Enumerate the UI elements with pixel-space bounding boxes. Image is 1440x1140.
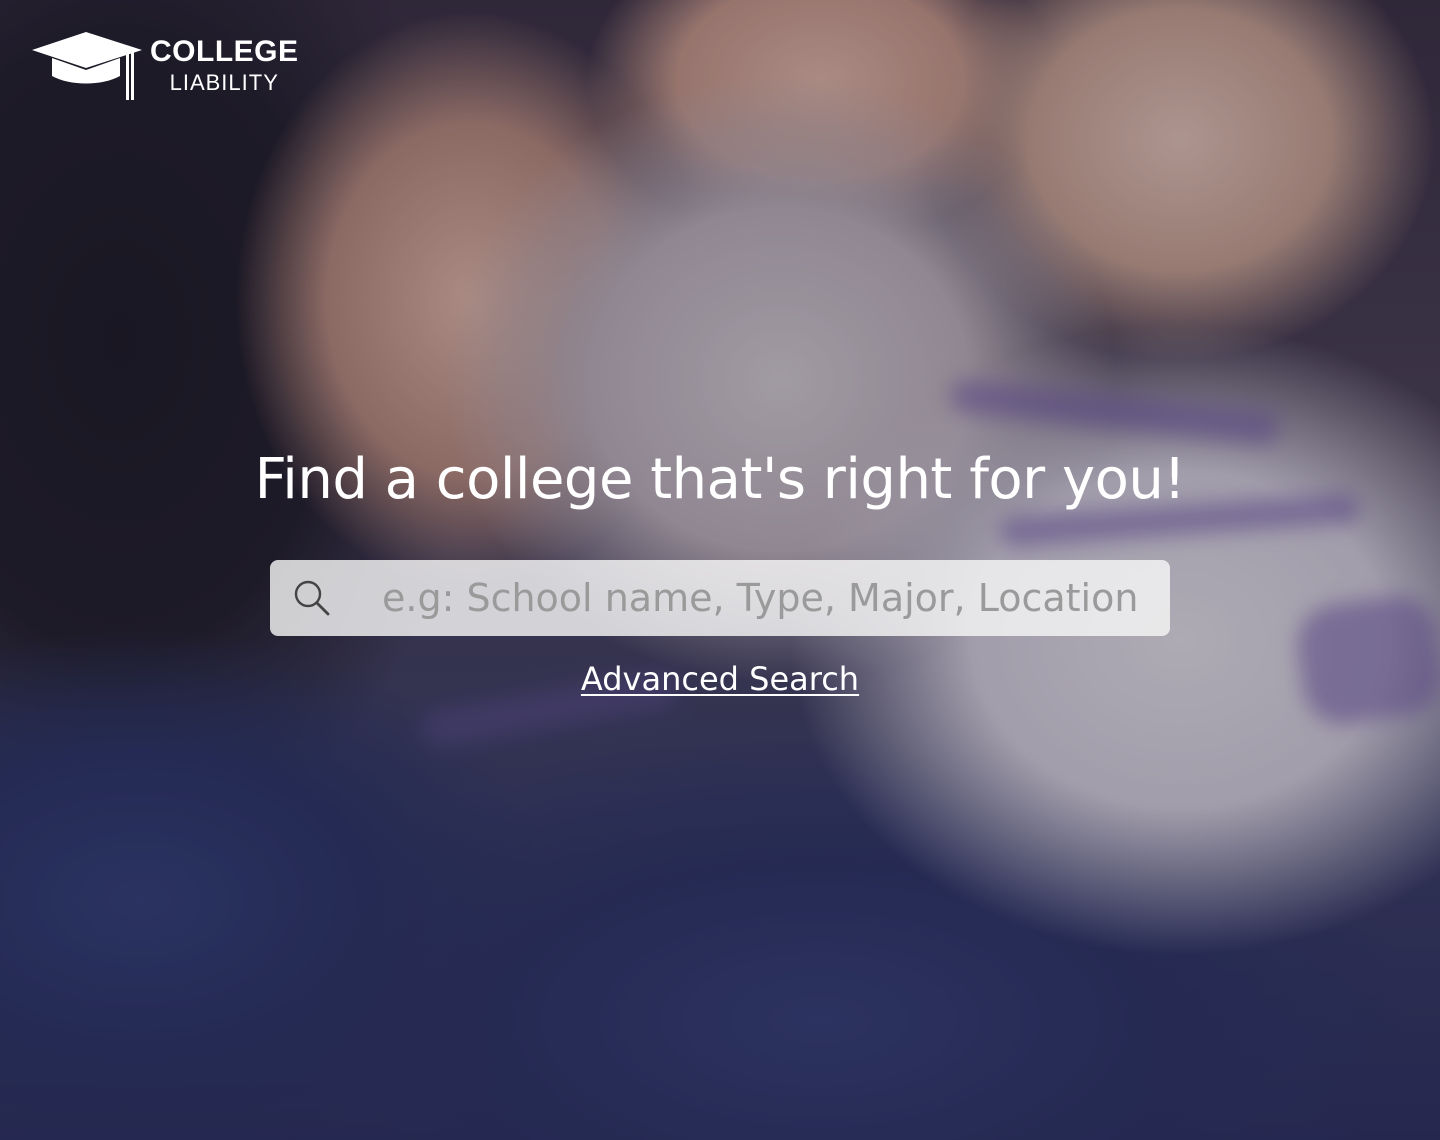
brand-subtitle: LIABILITY	[169, 70, 279, 95]
advanced-search-container: Advanced Search	[0, 660, 1440, 698]
brand-logo[interactable]: COLLEGE LIABILITY	[30, 30, 299, 102]
hero-heading: Find a college that's right for you!	[254, 447, 1186, 512]
search-icon	[294, 580, 330, 616]
brand-wordmark: COLLEGE LIABILITY	[150, 34, 299, 96]
advanced-search-link[interactable]: Advanced Search	[581, 660, 859, 698]
graduation-cap-icon	[32, 32, 142, 100]
search-bar[interactable]	[270, 560, 1170, 636]
search-input[interactable]	[382, 560, 1170, 636]
hero-section: Find a college that's right for you!	[0, 440, 1440, 520]
brand-title: COLLEGE	[150, 35, 299, 68]
